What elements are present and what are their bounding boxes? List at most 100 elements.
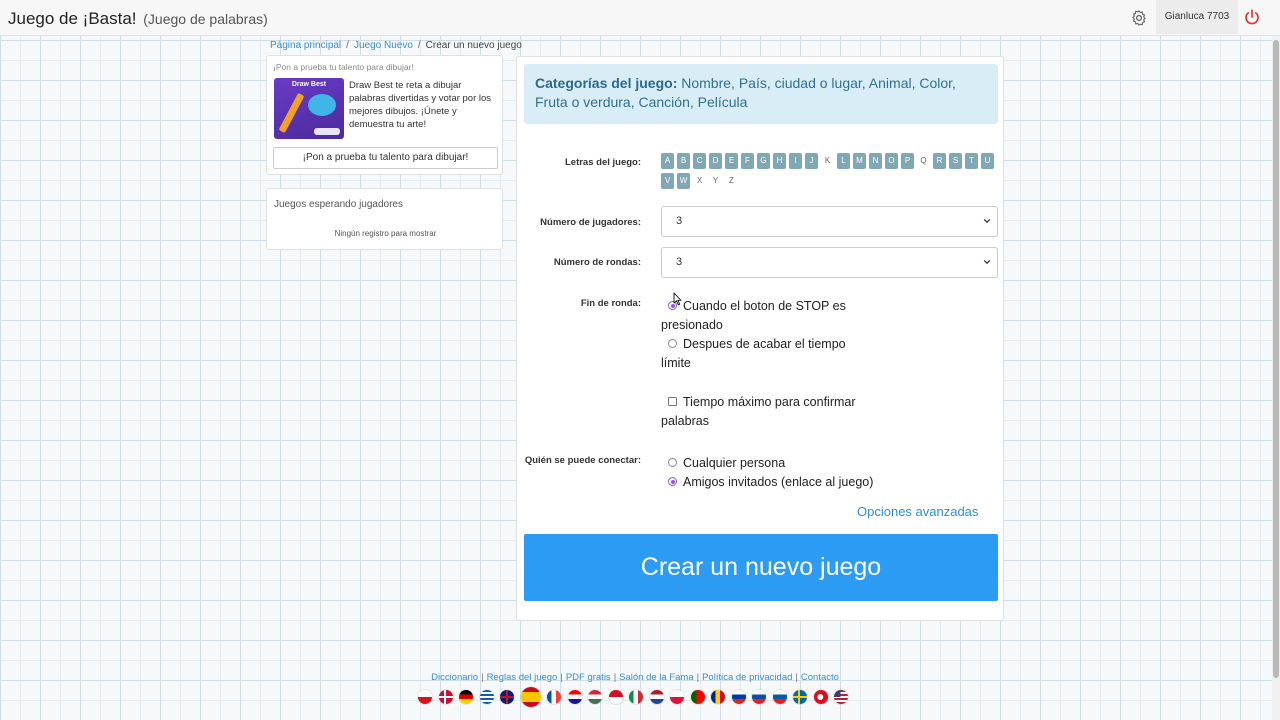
who-option-friends-label: Amigos invitados (enlace al juego): [683, 475, 874, 489]
footer-separator: |: [795, 672, 798, 683]
letters-label: Letras del juego:: [564, 157, 641, 168]
promo-heading: ¡Pon a prueba tu talento para dibujar!: [273, 62, 414, 72]
letter-t[interactable]: T: [965, 153, 978, 169]
footer-link-2[interactable]: PDF gratis: [566, 672, 611, 683]
flag-dk-icon[interactable]: [438, 690, 453, 704]
who-option-friends[interactable]: Amigos invitados (enlace al juego): [661, 473, 961, 492]
flag-gb-icon[interactable]: [500, 690, 514, 704]
letter-e[interactable]: E: [725, 153, 738, 169]
letter-y[interactable]: Y: [709, 173, 722, 189]
letter-o[interactable]: O: [885, 153, 898, 169]
breadcrumb-separator: /: [417, 40, 421, 51]
radio-end-round-time[interactable]: [668, 339, 677, 348]
footer-link-5[interactable]: Contacto: [801, 672, 839, 683]
power-icon[interactable]: [1243, 8, 1261, 26]
flag-hr-icon[interactable]: [567, 690, 582, 704]
letter-z[interactable]: Z: [725, 173, 738, 189]
scrollbar-thumb[interactable]: [1273, 40, 1279, 678]
flag-nl-icon[interactable]: [649, 690, 664, 704]
letter-p[interactable]: P: [901, 153, 914, 169]
promo-panel: ¡Pon a prueba tu talento para dibujar! D…: [266, 55, 503, 175]
breadcrumb-separator: /: [346, 40, 349, 51]
radio-who-friends[interactable]: [668, 477, 677, 486]
letter-n[interactable]: N: [869, 153, 882, 169]
promo-image[interactable]: Draw Best: [274, 78, 344, 139]
gear-icon[interactable]: [1130, 9, 1148, 27]
flag-id-icon[interactable]: [608, 690, 623, 704]
players-value: 3: [676, 215, 683, 227]
players-select[interactable]: 3: [661, 206, 998, 237]
letter-c[interactable]: C: [693, 153, 706, 169]
footer-link-0[interactable]: Diccionario: [431, 672, 478, 683]
letter-k[interactable]: K: [821, 153, 834, 169]
max-time-label: Tiempo máximo para confirmar palabras: [661, 395, 856, 428]
flag-pl-icon[interactable]: [670, 690, 684, 704]
flag-fr-icon[interactable]: [547, 690, 561, 704]
flag-ru-icon[interactable]: [731, 690, 746, 704]
footer-link-3[interactable]: Salón de la Fama: [619, 672, 693, 683]
end-round-option-stop-label: Cuando el boton de STOP es presionado: [661, 299, 846, 332]
letter-m[interactable]: M: [853, 153, 866, 169]
letter-h[interactable]: H: [773, 153, 786, 169]
footer-links: Diccionario | Reglas del juego | PDF gratis |…: [0, 672, 1270, 683]
flag-it-icon[interactable]: [629, 690, 643, 704]
letter-d[interactable]: D: [709, 153, 722, 169]
letter-f[interactable]: F: [741, 153, 754, 169]
letter-s[interactable]: S: [949, 153, 962, 169]
pencil-icon: [278, 92, 305, 134]
footer-separator: |: [696, 672, 700, 683]
promo-text: Draw Best te reta a dibujar palabras div…: [349, 80, 492, 130]
breadcrumb: Página principal / Juego Nuevo / Crear un nu…: [270, 40, 522, 51]
breadcrumb-new-game[interactable]: Juego Nuevo: [354, 40, 413, 51]
flag-de-icon[interactable]: [459, 690, 473, 704]
flag-ro-icon[interactable]: [711, 690, 725, 704]
footer-separator: |: [613, 672, 617, 683]
top-bar: Juego de ¡Basta! (Juego de palabras) Gia…: [0, 0, 1280, 36]
flag-es-icon[interactable]: [520, 687, 541, 707]
flag-sk-icon[interactable]: [752, 690, 766, 704]
chevron-down-icon: [983, 218, 991, 224]
radio-who-anyone[interactable]: [668, 458, 677, 467]
rounds-select[interactable]: 3: [661, 247, 998, 278]
breadcrumb-home[interactable]: Página principal: [270, 40, 341, 51]
letter-x[interactable]: X: [693, 173, 706, 189]
language-flags: [418, 687, 855, 707]
create-game-card: Categorías del juego: Nombre, País, ciud…: [516, 56, 1004, 621]
chevron-down-icon: [983, 259, 991, 265]
promo-button[interactable]: ¡Pon a prueba tu talento para dibujar!: [273, 147, 498, 169]
who-option-anyone[interactable]: Cualquier persona: [661, 454, 961, 473]
create-game-button[interactable]: Crear un nuevo juego: [524, 534, 998, 601]
letter-i[interactable]: I: [789, 153, 802, 169]
footer-link-1[interactable]: Reglas del juego: [487, 672, 558, 683]
max-time-option[interactable]: Tiempo máximo para confirmar palabras: [661, 393, 891, 431]
flag-cz-icon[interactable]: [418, 690, 432, 704]
mouse-cursor-icon: [673, 292, 682, 306]
letter-l[interactable]: L: [837, 153, 850, 169]
letter-q[interactable]: Q: [917, 153, 930, 169]
flag-gr-icon[interactable]: [479, 690, 494, 704]
advanced-options-link[interactable]: Opciones avanzadas: [857, 504, 978, 519]
who-label: Quién se puede conectar:: [524, 455, 641, 466]
letter-u[interactable]: U: [981, 153, 994, 169]
flag-si-icon[interactable]: [772, 690, 787, 704]
flag-pt-icon[interactable]: [690, 690, 705, 704]
letter-j[interactable]: J: [805, 153, 818, 169]
letter-w[interactable]: W: [677, 173, 690, 189]
flag-hu-icon[interactable]: [588, 690, 602, 704]
letter-r[interactable]: R: [933, 153, 946, 169]
letter-b[interactable]: B: [677, 153, 690, 169]
flag-us-icon[interactable]: [834, 690, 848, 704]
end-round-option-time[interactable]: Despues de acabar el tiempo límite: [661, 335, 876, 373]
end-round-option-stop[interactable]: Cuando el boton de STOP es presionado: [661, 297, 876, 335]
letter-a[interactable]: A: [661, 153, 674, 169]
footer-link-4[interactable]: Política de privacidad: [702, 672, 792, 683]
rounds-label: Número de rondas:: [553, 257, 641, 268]
checkbox-max-time[interactable]: [668, 397, 677, 406]
categories-box: Categorías del juego: Nombre, País, ciud…: [524, 64, 998, 124]
letter-g[interactable]: G: [757, 153, 770, 169]
app-title[interactable]: Juego de ¡Basta! (Juego de palabras): [8, 9, 268, 29]
flag-se-icon[interactable]: [793, 690, 807, 704]
flag-tr-icon[interactable]: [813, 690, 828, 704]
user-name[interactable]: Gianluca 7703: [1156, 0, 1238, 34]
letter-v[interactable]: V: [661, 173, 674, 189]
